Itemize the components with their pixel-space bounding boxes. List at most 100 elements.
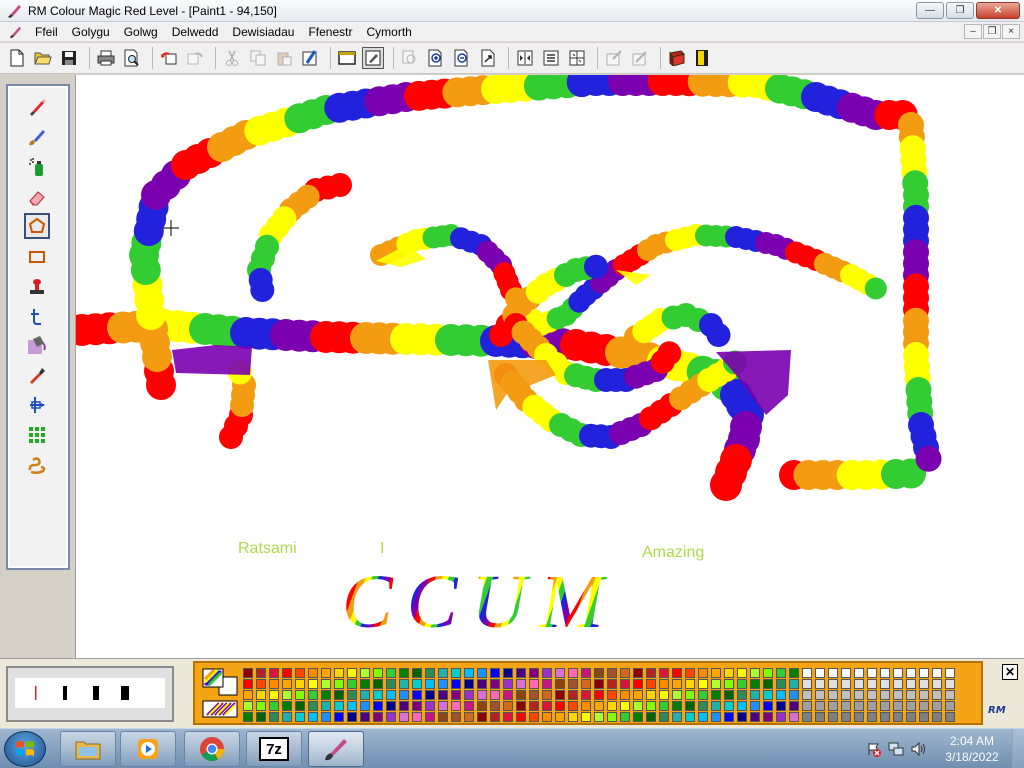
palette-swatch[interactable] [763,712,773,722]
palette-swatch[interactable] [672,712,682,722]
title-bar[interactable]: RM Colour Magic Red Level - [Paint1 - 94… [0,0,1024,22]
palette-swatch[interactable] [360,712,370,722]
palette-swatch[interactable] [685,712,695,722]
palette-swatch[interactable] [477,701,487,711]
palette-swatch[interactable] [854,712,864,722]
palette-swatch[interactable] [633,690,643,700]
new-icon[interactable] [6,47,28,69]
palette-swatch[interactable] [451,679,461,689]
palette-swatch[interactable] [594,668,604,678]
palette-swatch[interactable] [828,679,838,689]
palette-swatch[interactable] [269,668,279,678]
palette-swatch[interactable] [646,690,656,700]
help-book-icon[interactable] [666,47,688,69]
palette-swatch[interactable] [906,701,916,711]
palette-swatch[interactable] [828,668,838,678]
palette-swatch[interactable] [516,690,526,700]
taskbar-clock[interactable]: 2:04 AM 3/18/2022 [938,733,1006,765]
palette-swatch[interactable] [269,690,279,700]
palette-swatch[interactable] [607,690,617,700]
palette-swatch[interactable] [516,701,526,711]
palette-swatch[interactable] [334,712,344,722]
palette-swatch[interactable] [308,668,318,678]
palette-swatch[interactable] [451,701,461,711]
palette-swatch[interactable] [945,690,955,700]
palette-swatch[interactable] [906,668,916,678]
palette-swatch[interactable] [464,712,474,722]
palette-swatch[interactable] [685,690,695,700]
palette-swatch[interactable] [516,679,526,689]
palette-swatch[interactable] [867,712,877,722]
palette-swatch[interactable] [542,679,552,689]
palette-swatch[interactable] [607,712,617,722]
palette-swatch[interactable] [633,668,643,678]
palette-swatch[interactable] [620,668,630,678]
palette-swatch[interactable] [438,679,448,689]
palette-swatch[interactable] [568,690,578,700]
palette-swatch[interactable] [620,712,630,722]
palette-swatch[interactable] [763,679,773,689]
exit-icon[interactable] [692,47,714,69]
palette-swatch[interactable] [308,701,318,711]
brush-icon[interactable] [24,124,50,150]
palette-swatch[interactable] [243,701,253,711]
start-button[interactable] [4,731,46,767]
palette-swatch[interactable] [477,712,487,722]
palette-swatch[interactable] [451,712,461,722]
palette-swatch[interactable] [594,679,604,689]
palette-swatch[interactable] [256,668,266,678]
palette-swatch[interactable] [893,668,903,678]
palette-swatch[interactable] [347,701,357,711]
palette-swatch[interactable] [399,701,409,711]
palette-swatch[interactable] [568,701,578,711]
open-icon[interactable] [32,47,54,69]
doc-restore-button[interactable]: ❐ [983,24,1001,39]
palette-swatch[interactable] [750,668,760,678]
palette-swatch[interactable] [594,701,604,711]
palette-swatch[interactable] [425,712,435,722]
palette-swatch[interactable] [672,679,682,689]
palette-swatch[interactable] [438,690,448,700]
palette-swatch[interactable] [477,690,487,700]
grid-icon[interactable] [566,47,588,69]
palette-swatch[interactable] [815,712,825,722]
palette-swatch[interactable] [867,679,877,689]
effects-icon[interactable] [629,47,651,69]
taskbar-chrome-button[interactable] [184,731,240,767]
zoom-icon[interactable] [399,47,421,69]
palette-swatch[interactable] [880,701,890,711]
palette-swatch[interactable] [425,668,435,678]
palette-swatch[interactable] [815,668,825,678]
palette-swatch[interactable] [854,701,864,711]
palette-swatch[interactable] [789,712,799,722]
palette-swatch[interactable] [529,668,539,678]
taskbar-colour-magic-button[interactable] [308,731,364,767]
palette-swatch[interactable] [659,668,669,678]
palette-swatch[interactable] [308,690,318,700]
palette-swatch[interactable] [906,690,916,700]
full-view-icon[interactable] [336,47,358,69]
palette-swatch[interactable] [438,712,448,722]
palette-swatch[interactable] [490,690,500,700]
palette-swatch[interactable] [243,668,253,678]
palette-swatch[interactable] [581,690,591,700]
palette-swatch[interactable] [776,712,786,722]
palette-swatch[interactable] [867,690,877,700]
palette-swatch[interactable] [373,679,383,689]
palette-swatch[interactable] [282,690,292,700]
palette-swatch[interactable] [698,690,708,700]
palette-swatch[interactable] [321,679,331,689]
flip-icon[interactable] [514,47,536,69]
palette-swatch[interactable] [698,701,708,711]
palette-swatch[interactable] [516,712,526,722]
palette-swatch[interactable] [672,690,682,700]
edit-view-icon[interactable] [362,47,384,69]
palette-swatch[interactable] [399,679,409,689]
menu-view[interactable]: Golwg [117,25,165,39]
palette-swatch[interactable] [867,701,877,711]
palette-swatch[interactable] [646,712,656,722]
palette-swatch[interactable] [243,679,253,689]
palette-swatch[interactable] [633,679,643,689]
palette-swatch[interactable] [737,690,747,700]
palette-swatch[interactable] [464,701,474,711]
